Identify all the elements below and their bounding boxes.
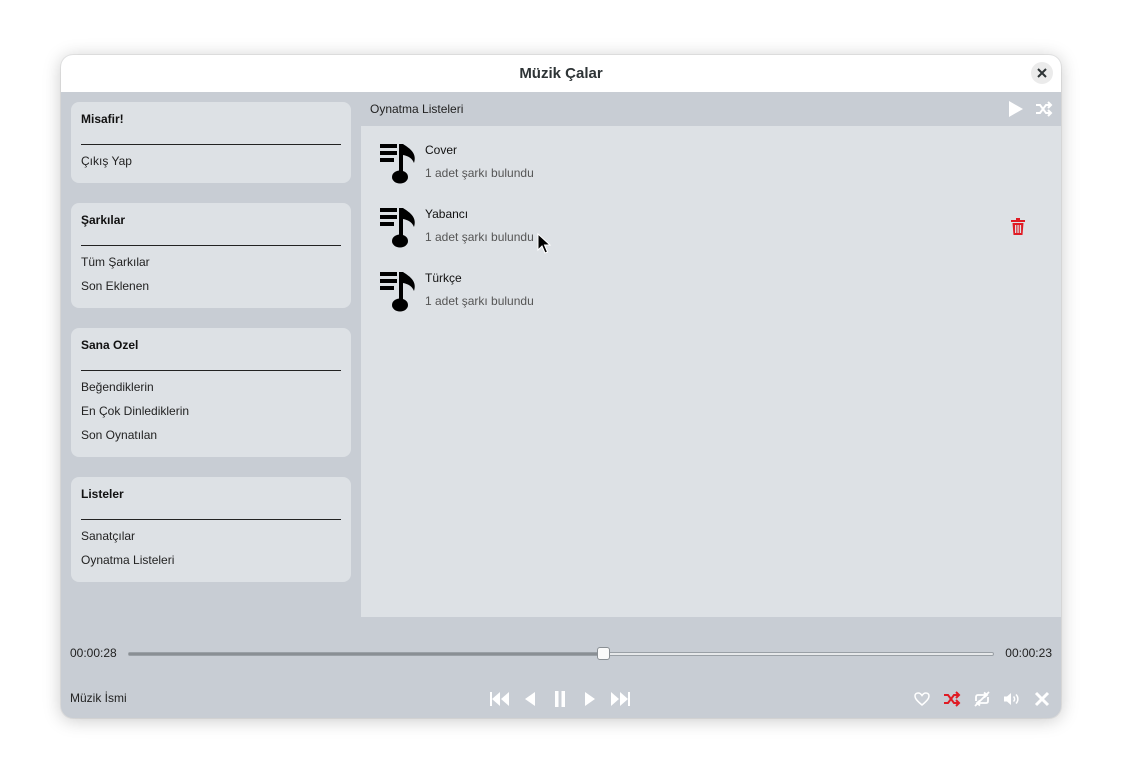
previous-icon	[525, 692, 535, 706]
next-button[interactable]	[580, 688, 600, 710]
current-song-name: Müzik İsmi	[70, 691, 127, 705]
playlist-name: Cover	[425, 143, 458, 157]
playlist-music-icon	[380, 208, 415, 248]
fast-rewind-icon	[490, 692, 509, 706]
user-card: Misafir! Çıkış Yap	[71, 102, 351, 183]
repeat-off-icon	[974, 691, 990, 707]
shuffle-all-button[interactable]	[1035, 100, 1053, 118]
divider	[81, 144, 341, 145]
seek-progress	[129, 653, 604, 655]
title-bar: Müzik Çalar	[61, 55, 1061, 92]
pause-button[interactable]	[550, 688, 570, 710]
seek-slider[interactable]	[128, 652, 994, 656]
playlist-song-count: 1 adet şarkı bulundu	[425, 294, 534, 308]
main-panel: Oynatma Listeleri Cover 1 adet şarkı bul…	[361, 92, 1061, 617]
window-title: Müzik Çalar	[519, 65, 603, 82]
main-header: Oynatma Listeleri	[361, 92, 1061, 126]
divider	[81, 245, 341, 246]
for-you-section-title: Sana Ozel	[81, 338, 139, 352]
sidebar-item-playlists[interactable]: Oynatma Listeleri	[81, 552, 341, 576]
playlist-list: Cover 1 adet şarkı bulundu Yabancı 1 ade…	[361, 126, 1061, 617]
volume-icon	[1004, 693, 1019, 705]
playlist-music-icon	[380, 144, 415, 184]
sidebar-item-liked[interactable]: Beğendiklerin	[81, 379, 341, 403]
mouse-cursor-icon	[537, 233, 551, 254]
pause-icon	[555, 691, 565, 707]
sidebar-item-all-songs[interactable]: Tüm Şarkılar	[81, 254, 341, 278]
lists-card: Listeler Sanatçılar Oynatma Listeleri	[71, 477, 351, 582]
remaining-time: 00:00:23	[1005, 646, 1052, 660]
transport-controls	[490, 688, 630, 710]
player-controls: Müzik İsmi	[61, 685, 1061, 715]
seek-bar: 00:00:28 00:00:23	[70, 644, 1052, 662]
sidebar: Misafir! Çıkış Yap Şarkılar Tüm Şarkılar…	[71, 102, 351, 602]
elapsed-time: 00:00:28	[70, 646, 117, 660]
play-icon	[1009, 101, 1023, 117]
sidebar-item-recently-added[interactable]: Son Eklenen	[81, 278, 341, 302]
extra-controls	[912, 688, 1052, 710]
divider	[81, 519, 341, 520]
delete-playlist-button[interactable]	[1011, 218, 1027, 236]
trash-icon	[1011, 218, 1025, 235]
list-item[interactable]: Türkçe 1 adet şarkı bulundu	[379, 270, 1049, 318]
heart-outline-icon	[914, 692, 930, 706]
previous-button[interactable]	[520, 688, 540, 710]
sidebar-item-most-played[interactable]: En Çok Dinlediklerin	[81, 403, 341, 427]
close-icon	[1034, 691, 1050, 707]
shuffle-button[interactable]	[942, 688, 962, 710]
sidebar-item-recently-played[interactable]: Son Oynatılan	[81, 427, 341, 451]
lists-section-title: Listeler	[81, 487, 124, 501]
volume-button[interactable]	[1002, 688, 1022, 710]
list-item[interactable]: Yabancı 1 adet şarkı bulundu	[379, 206, 1049, 254]
playlist-song-count: 1 adet şarkı bulundu	[425, 230, 534, 244]
songs-section-title: Şarkılar	[81, 213, 126, 227]
shuffle-icon	[1036, 101, 1053, 117]
playlist-name: Türkçe	[425, 271, 462, 285]
sidebar-item-artists[interactable]: Sanatçılar	[81, 528, 341, 552]
window-close-button[interactable]	[1031, 62, 1053, 84]
playlist-name: Yabancı	[425, 207, 469, 221]
shuffle-icon	[944, 691, 961, 707]
seek-backward-button[interactable]	[490, 688, 510, 710]
next-icon	[585, 692, 595, 706]
list-item[interactable]: Cover 1 adet şarkı bulundu	[379, 142, 1049, 190]
playlist-music-icon	[380, 272, 415, 312]
play-all-button[interactable]	[1007, 100, 1025, 118]
app-window: Müzik Çalar Misafir! Çıkış Yap Şarkılar …	[61, 55, 1061, 718]
close-icon	[1037, 68, 1047, 78]
logout-link[interactable]: Çıkış Yap	[81, 153, 341, 177]
seek-forward-button[interactable]	[610, 688, 630, 710]
playlist-song-count: 1 adet şarkı bulundu	[425, 166, 534, 180]
like-button[interactable]	[912, 688, 932, 710]
songs-card: Şarkılar Tüm Şarkılar Son Eklenen	[71, 203, 351, 308]
close-player-button[interactable]	[1032, 688, 1052, 710]
user-greeting: Misafir!	[81, 112, 124, 126]
divider	[81, 370, 341, 371]
header-actions	[1007, 100, 1053, 118]
seek-handle[interactable]	[597, 647, 611, 660]
for-you-card: Sana Ozel Beğendiklerin En Çok Dinledikl…	[71, 328, 351, 457]
page-title: Oynatma Listeleri	[370, 102, 464, 116]
repeat-button[interactable]	[972, 688, 992, 710]
fast-forward-icon	[611, 692, 630, 706]
